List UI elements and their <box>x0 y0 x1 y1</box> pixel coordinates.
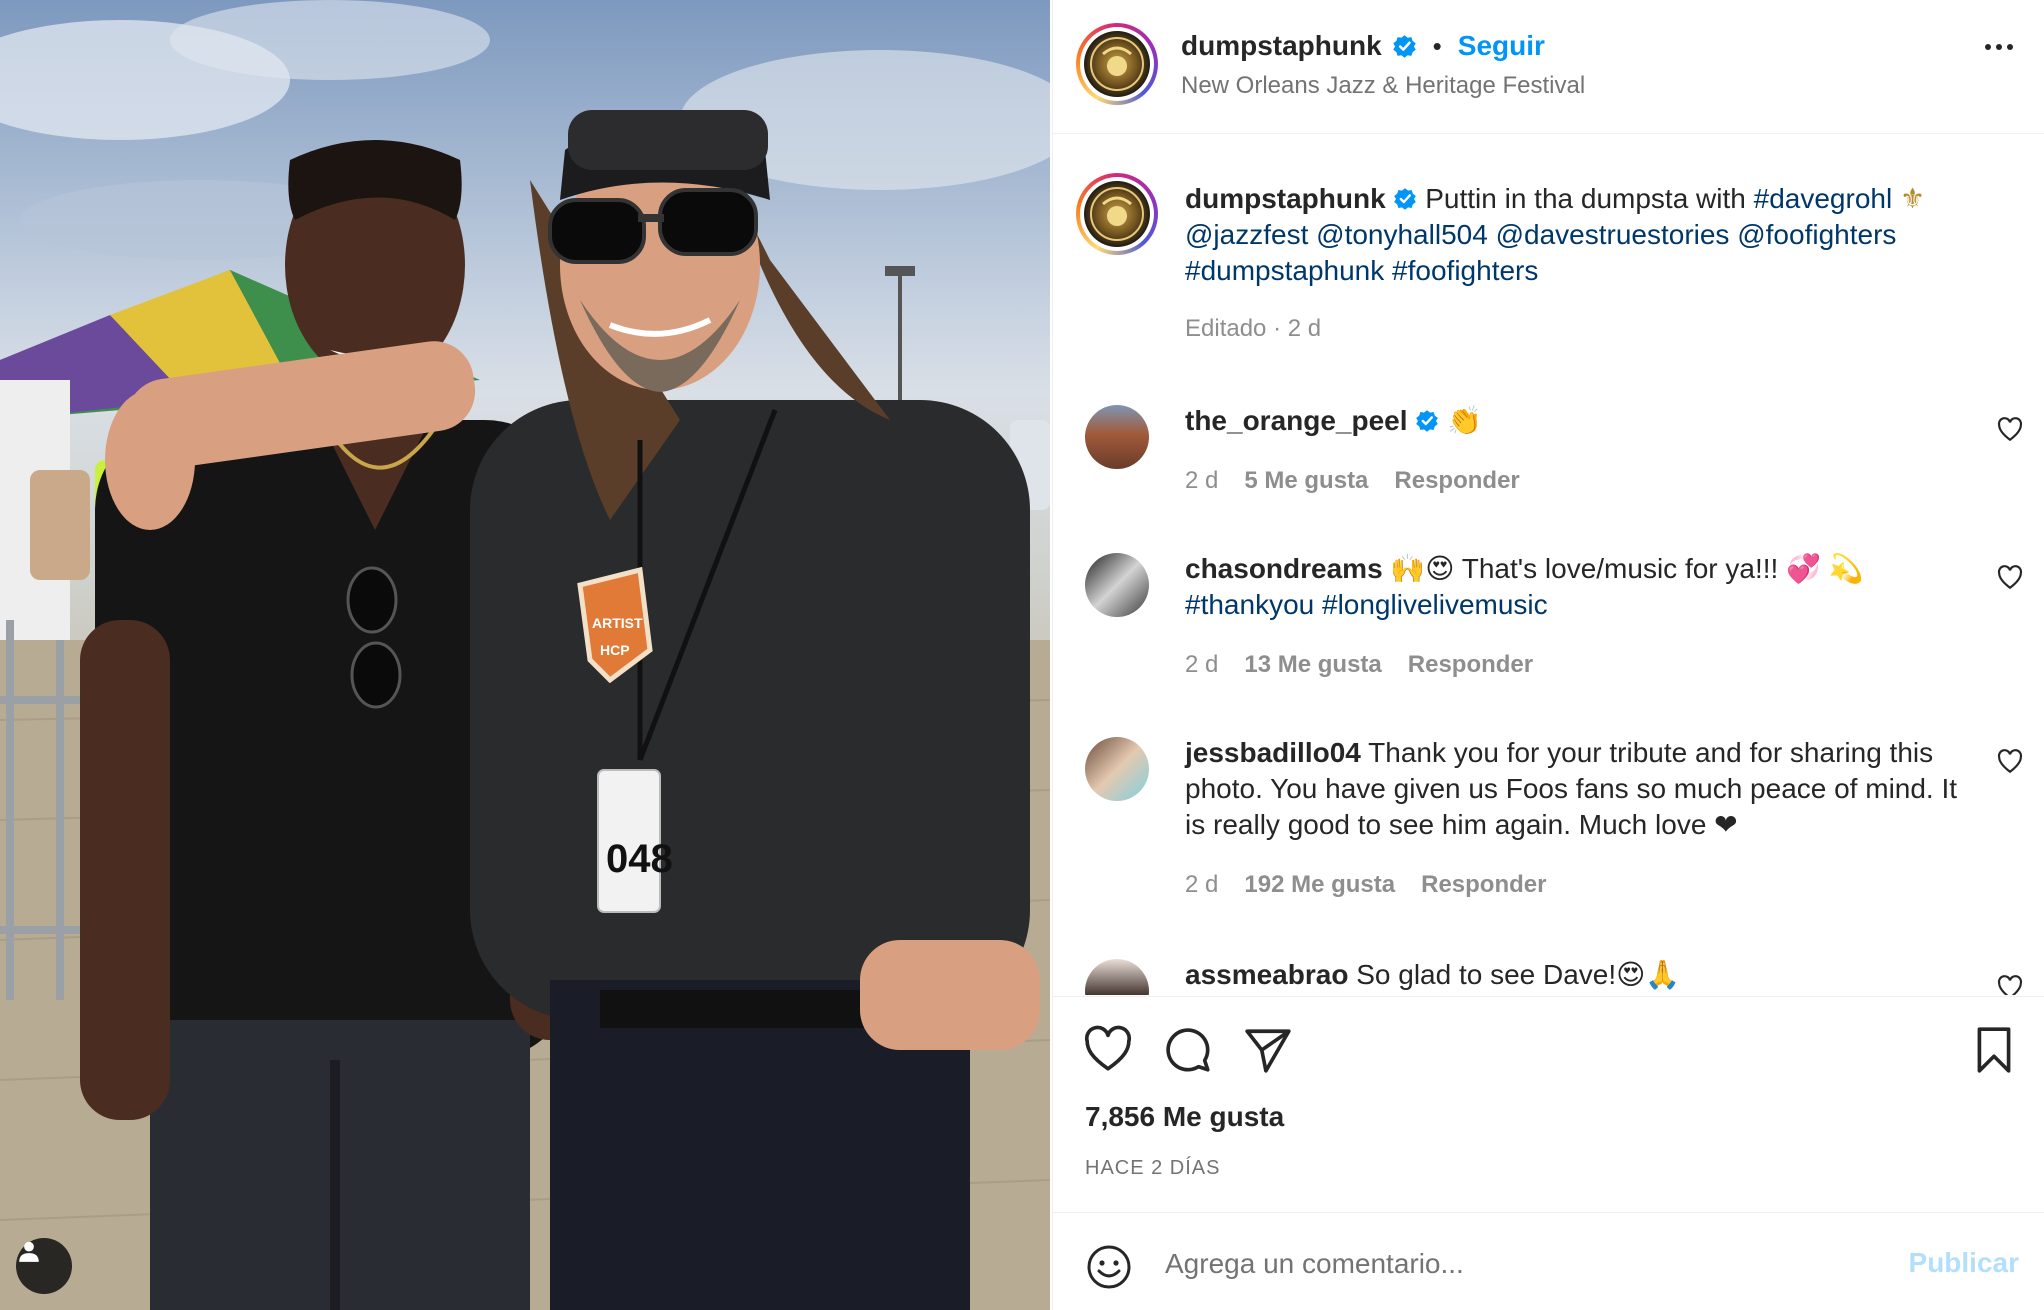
reply-button[interactable]: Responder <box>1394 467 1519 495</box>
publish-button[interactable]: Publicar <box>1909 1247 2019 1279</box>
comment-username[interactable]: the_orange_peel <box>1185 405 1408 436</box>
post-side-panel: dumpstaphunk • Seguir New Orleans Jazz &… <box>1052 0 2044 1310</box>
post-timestamp[interactable]: HACE 2 DÍAS <box>1085 1157 1220 1180</box>
comment-meta: 2 d 5 Me gusta Responder <box>1185 467 1520 495</box>
comment-meta: 2 d 192 Me gusta Responder <box>1185 871 1546 899</box>
like-comment-heart-icon[interactable] <box>1997 417 2023 443</box>
comment-item: the_orange_peel 👏 2 d 5 Me gusta Respond… <box>1053 397 2044 532</box>
comment-likes[interactable]: 13 Me gusta <box>1244 651 1381 679</box>
post-header: dumpstaphunk • Seguir New Orleans Jazz &… <box>1053 0 2044 134</box>
comment-time[interactable]: 2 d <box>1185 651 1218 679</box>
comment-username[interactable]: chasondreams <box>1185 553 1383 584</box>
comments-list[interactable]: dumpstaphunk Puttin in tha dumpsta with … <box>1053 135 2044 995</box>
add-comment-bar: Publicar <box>1053 1212 2044 1310</box>
author-avatar[interactable] <box>1076 23 1158 105</box>
caption-text: Puttin in tha dumpsta with <box>1425 183 1746 214</box>
tagged-users-button[interactable] <box>16 1238 72 1294</box>
verified-badge-icon <box>1392 34 1416 58</box>
comment-time[interactable]: 2 d <box>1185 871 1218 899</box>
comment-text: So glad to see Dave!😍🙏 <box>1356 959 1681 990</box>
mention-link[interactable]: @tonyhall504 <box>1316 219 1488 250</box>
mention-link[interactable]: @foofighters <box>1737 219 1896 250</box>
hashtag-link[interactable]: #foofighters <box>1392 255 1538 286</box>
post-caption: dumpstaphunk Puttin in tha dumpsta with … <box>1053 135 2044 345</box>
like-heart-icon[interactable] <box>1083 1025 1133 1075</box>
comment-username[interactable]: jessbadillo04 <box>1185 737 1361 768</box>
photo-scene: ARTIST HCP 048 <box>0 0 1050 1310</box>
caption-emoji: ⚜ <box>1899 183 1926 214</box>
comment-meta: 2 d 13 Me gusta Responder <box>1185 651 1533 679</box>
follow-button[interactable]: Seguir <box>1458 30 1545 62</box>
like-comment-heart-icon[interactable] <box>1997 565 2023 591</box>
commenter-avatar[interactable] <box>1085 405 1149 469</box>
post-location[interactable]: New Orleans Jazz & Heritage Festival <box>1181 72 1585 100</box>
post-actions-bar: 7,856 Me gusta HACE 2 DÍAS <box>1053 996 2044 1212</box>
comment-bubble-icon[interactable] <box>1163 1025 1213 1075</box>
verified-badge-icon <box>1394 188 1417 210</box>
dumpstaphunk-logo <box>1084 31 1150 97</box>
separator-dot: • <box>1432 30 1442 61</box>
comment-text: 🙌😍 That's love/music for ya!!! 💞 💫 <box>1390 553 1864 584</box>
dumpstaphunk-logo <box>1084 181 1150 247</box>
comment-username[interactable]: assmeabrao <box>1185 959 1348 990</box>
hashtag-link[interactable]: #thankyou #longlivelivemusic <box>1185 589 1548 620</box>
like-comment-heart-icon[interactable] <box>1997 975 2023 995</box>
like-comment-heart-icon[interactable] <box>1997 749 2023 775</box>
comment-time[interactable]: 2 d <box>1185 467 1218 495</box>
author-username[interactable]: dumpstaphunk <box>1181 30 1382 62</box>
comment-item: chasondreams 🙌😍 That's love/music for ya… <box>1053 545 2044 715</box>
more-options-icon[interactable] <box>1985 44 2013 50</box>
comment-text: 👏 <box>1447 405 1482 436</box>
caption-username[interactable]: dumpstaphunk <box>1185 183 1386 214</box>
user-icon <box>19 1241 39 1262</box>
share-paper-plane-icon[interactable] <box>1243 1025 1293 1075</box>
verified-badge-icon <box>1416 410 1439 432</box>
comment-likes[interactable]: 192 Me gusta <box>1244 871 1395 899</box>
reply-button[interactable]: Responder <box>1408 651 1533 679</box>
hashtag-link[interactable]: #davegrohl <box>1754 183 1893 214</box>
comment-input[interactable] <box>1165 1241 1845 1287</box>
likes-count[interactable]: 7,856 Me gusta <box>1085 1101 1284 1133</box>
save-bookmark-icon[interactable] <box>1969 1025 2019 1075</box>
comment-likes[interactable]: 5 Me gusta <box>1244 467 1368 495</box>
emoji-picker-icon[interactable] <box>1085 1243 1133 1291</box>
hashtag-link[interactable]: #dumpstaphunk <box>1185 255 1384 286</box>
badge-number: 048 <box>606 837 673 881</box>
commenter-avatar[interactable] <box>1085 959 1149 995</box>
comment-item: jessbadillo04 Thank you for your tribute… <box>1053 729 2044 939</box>
edited-timestamp[interactable]: Editado · 2 d <box>1185 315 1321 343</box>
mention-link[interactable]: @davestruestories <box>1496 219 1730 250</box>
badge-initials: HCP <box>600 642 630 658</box>
reply-button[interactable]: Responder <box>1421 871 1546 899</box>
commenter-avatar[interactable] <box>1085 737 1149 801</box>
caption-avatar[interactable] <box>1076 173 1158 255</box>
comment-item: assmeabrao So glad to see Dave!😍🙏 <box>1053 951 2044 995</box>
post-photo[interactable]: ARTIST HCP 048 <box>0 0 1050 1310</box>
badge-logo: ARTIST <box>592 615 643 631</box>
mention-link[interactable]: @jazzfest <box>1185 219 1308 250</box>
caption-meta: Editado · 2 d <box>1185 315 1321 343</box>
commenter-avatar[interactable] <box>1085 553 1149 617</box>
